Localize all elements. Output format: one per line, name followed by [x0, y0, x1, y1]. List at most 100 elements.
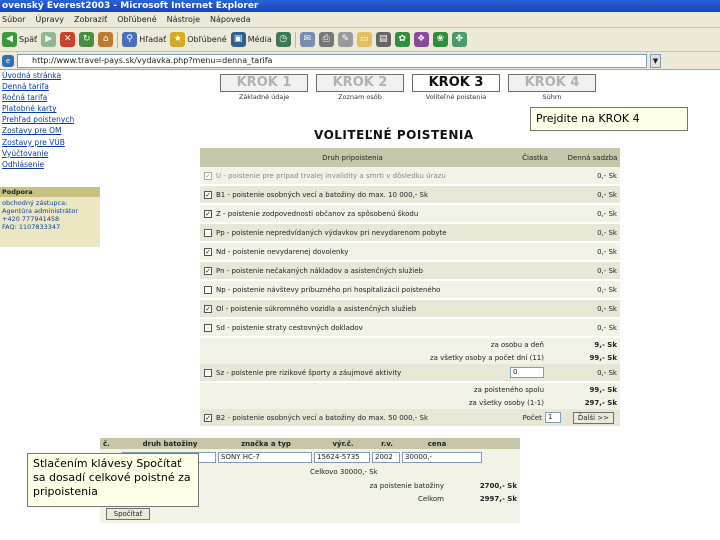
column-header-number: č. [103, 439, 110, 448]
sport-amount-input[interactable]: 0 [510, 367, 544, 378]
table-row: Sd - poistenie straty cestovných doklado… [200, 319, 620, 338]
nav-link-daily-tariff[interactable]: Denná tarifa [0, 81, 100, 92]
nav-link-payment-cards[interactable]: Platobné karty [0, 103, 100, 114]
menu-favorites[interactable]: Obľúbené [117, 15, 156, 24]
nav-link-home[interactable]: Úvodná stránka [0, 70, 100, 81]
brand-input[interactable]: SONY HC-7 [218, 451, 312, 463]
row-value: 0,- Sk [597, 171, 617, 180]
checkbox[interactable]: ✓ [204, 209, 212, 218]
addon-button-2[interactable]: ❀ [432, 32, 448, 47]
sum-value: 99,- Sk [589, 385, 617, 394]
checkbox[interactable] [204, 228, 212, 237]
history-icon: ◷ [275, 32, 291, 47]
addon-button[interactable]: ❖ [413, 32, 429, 47]
toolbar-separator [117, 31, 119, 48]
menu-edit[interactable]: Úpravy [35, 15, 64, 24]
research-button[interactable]: ▤ [375, 32, 391, 47]
contact-line: +420 777941458 [2, 215, 60, 223]
row-label: Nd - poistenie nevydarenej dovolenky [216, 247, 349, 256]
toolbar-separator [294, 31, 296, 48]
sum-label: za všetky osoby a počet dní (11) [429, 353, 544, 362]
refresh-button[interactable]: ↻ [79, 32, 95, 47]
sum-value: 297,- Sk [584, 398, 617, 407]
contact-line[interactable]: Agentúra administrátor [2, 207, 98, 215]
table-row-sport: Sz - poistenie pre rizikové športy a záu… [200, 364, 620, 383]
toolbar: ◀ Späť ▶ ✕ ↻ ⌂ ⚲ Hľadať ★ Obľúbené ▣ Média ◷… [0, 28, 720, 52]
contact-title: Podpora [0, 187, 100, 197]
home-button[interactable]: ⌂ [98, 32, 114, 47]
address-bar: e http://www.travel-pays.sk/vydavka.php?… [0, 52, 720, 70]
row-value: 0,- Sk [597, 209, 617, 218]
back-arrow-icon: ◀ [2, 32, 17, 47]
menu-tools[interactable]: Nástroje [167, 15, 200, 24]
back-button[interactable]: ◀ Späť [2, 32, 37, 47]
checkbox[interactable] [204, 285, 212, 294]
nav-link-reports-om[interactable]: Zostavy pre OM [0, 125, 100, 136]
nav-link-insured-overview[interactable]: Prehľad poistenych [0, 114, 100, 125]
price-input[interactable]: 30000,- [402, 451, 482, 463]
checkbox[interactable]: ✓ [204, 247, 212, 256]
note-icon: ▭ [356, 32, 372, 47]
nav-link-reports-vub[interactable]: Zostavy pre VÚB [0, 137, 100, 148]
history-button[interactable]: ◷ [275, 32, 291, 47]
table-row: ✓ B1 - poistenie osobných vecí a batožiny… [200, 186, 620, 205]
sum-row: za poisteného spolu 99,- Sk [200, 383, 620, 396]
mail-button[interactable]: ✉ [299, 32, 315, 47]
nav-link-billing[interactable]: Vyúčtovanie [0, 148, 100, 159]
year-input[interactable]: 2002 [372, 451, 400, 463]
contact-line[interactable]: obchodný zástupca: [2, 199, 98, 207]
sum-label: za poisteného spolu [474, 385, 544, 394]
column-header-type: Druh pripoistenia [322, 153, 383, 162]
step-4-tab[interactable]: KROK 4 [508, 74, 596, 92]
favorites-button[interactable]: ★ Obľúbené [170, 32, 227, 47]
table-row: ✓ Z - poistenie zodpovednosti občanov za … [200, 205, 620, 224]
tooltip-step4-callout: Prejdite na KROK 4 [530, 107, 688, 131]
media-button[interactable]: ▣ Média [230, 32, 272, 47]
search-icon: ⚲ [122, 32, 138, 47]
mail-icon: ✉ [299, 32, 315, 47]
checkbox[interactable]: ✓ [204, 413, 212, 422]
sum-label: za osobu a deň [490, 340, 544, 349]
row-value: 0,- Sk [597, 368, 617, 377]
row-label: Np - poistenie návštevy príbuzného pri h… [216, 285, 441, 294]
row-label: U - poistenie pre prípad trvalej invalid… [216, 171, 446, 180]
messenger-button[interactable]: ✿ [394, 32, 410, 47]
calculate-button[interactable]: Spočítať [106, 508, 150, 520]
addon-button-3[interactable]: ✤ [451, 32, 467, 47]
next-button[interactable]: Ďalší >> [572, 411, 614, 424]
checkbox[interactable] [204, 368, 212, 377]
chevron-down-icon[interactable]: ▼ [650, 53, 661, 68]
edit-button[interactable]: ✎ [337, 32, 353, 47]
sum-value: 99,- Sk [589, 353, 617, 362]
checkbox[interactable]: ✓ [204, 266, 212, 275]
star-icon: ★ [170, 32, 186, 47]
menu-view[interactable]: Zobraziť [74, 15, 107, 24]
serial-input[interactable]: 15624-5735 [314, 451, 370, 463]
step-2-tab[interactable]: KROK 2 [316, 74, 404, 92]
checkbox[interactable]: ✓ [204, 171, 212, 180]
address-input[interactable]: http://www.travel-pays.sk/vydavka.php?me… [17, 53, 647, 68]
checkbox[interactable]: ✓ [204, 304, 212, 313]
nav-link-annual-tariff[interactable]: Ročná tarifa [0, 92, 100, 103]
nav-link-logout[interactable]: Odhlásenie [0, 159, 100, 170]
menu-help[interactable]: Nápoveda [210, 15, 251, 24]
column-header-year: r.v. [381, 439, 393, 448]
count-input[interactable]: 1 [544, 412, 561, 423]
count-label: Počet [522, 413, 542, 422]
forward-button[interactable]: ▶ [41, 32, 57, 47]
checkbox[interactable]: ✓ [204, 190, 212, 199]
edit-icon: ✎ [337, 32, 353, 47]
checkbox[interactable] [204, 323, 212, 332]
step-1-tab[interactable]: KROK 1 [220, 74, 308, 92]
search-button[interactable]: ⚲ Hľadať [122, 32, 166, 47]
column-header-baggage-type: druh batožiny [142, 439, 198, 448]
print-button[interactable]: ⎙ [318, 32, 334, 47]
step-3-tab[interactable]: KROK 3 [412, 74, 500, 92]
table-row: Pp - poistenie nepredvídaných výdavkov p… [200, 224, 620, 243]
menu-file[interactable]: Súbor [2, 15, 25, 24]
stop-button[interactable]: ✕ [60, 32, 76, 47]
media-icon: ▣ [230, 32, 246, 47]
discuss-button[interactable]: ▭ [356, 32, 372, 47]
row-value: 0,- Sk [597, 304, 617, 313]
step-2-caption: Zoznam osôb [338, 93, 382, 101]
